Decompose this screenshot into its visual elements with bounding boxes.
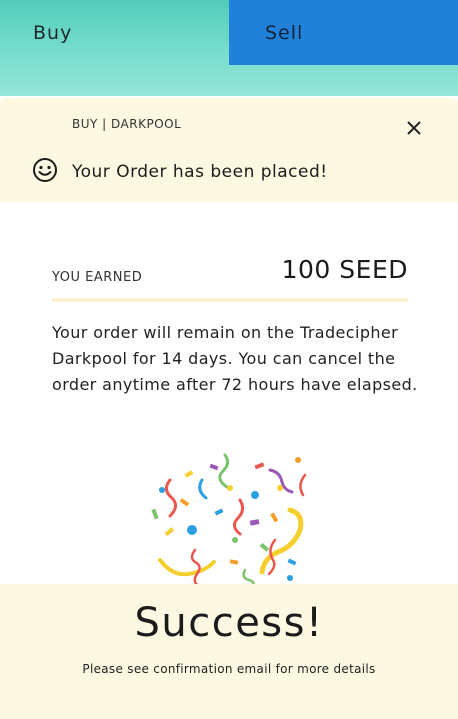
earned-row: YOU EARNED 100 SEED: [52, 252, 408, 302]
breadcrumb: BUY | DARKPOOL: [72, 117, 182, 131]
close-icon: [407, 121, 421, 135]
tab-sell-label: Sell: [265, 21, 304, 44]
tab-sell[interactable]: Sell: [229, 0, 458, 65]
earned-value: 100 SEED: [281, 255, 408, 284]
tab-buy-label: Buy: [33, 21, 73, 44]
status-message: Your Order has been placed!: [72, 162, 328, 182]
confetti-icon: [151, 453, 307, 600]
success-title: Success!: [134, 600, 324, 646]
close-button[interactable]: [400, 114, 428, 142]
footer-note: Please see confirmation email for more d…: [82, 662, 376, 676]
order-confirmation-modal: BUY | DARKPOOL Your Order has been place…: [0, 98, 458, 719]
smile-icon: [33, 158, 57, 182]
tab-buy[interactable]: Buy: [0, 0, 229, 65]
app-frame: Buy Sell BUY | DARKPOOL Your Order has b…: [0, 0, 458, 719]
earned-label: YOU EARNED: [52, 270, 143, 285]
order-note: Your order will remain on the Tradeciphe…: [52, 323, 418, 394]
modal-footer: Success! Please see confirmation email f…: [0, 584, 458, 719]
tab-bar: Buy Sell: [0, 0, 458, 96]
modal-header: BUY | DARKPOOL Your Order has been place…: [0, 98, 458, 202]
